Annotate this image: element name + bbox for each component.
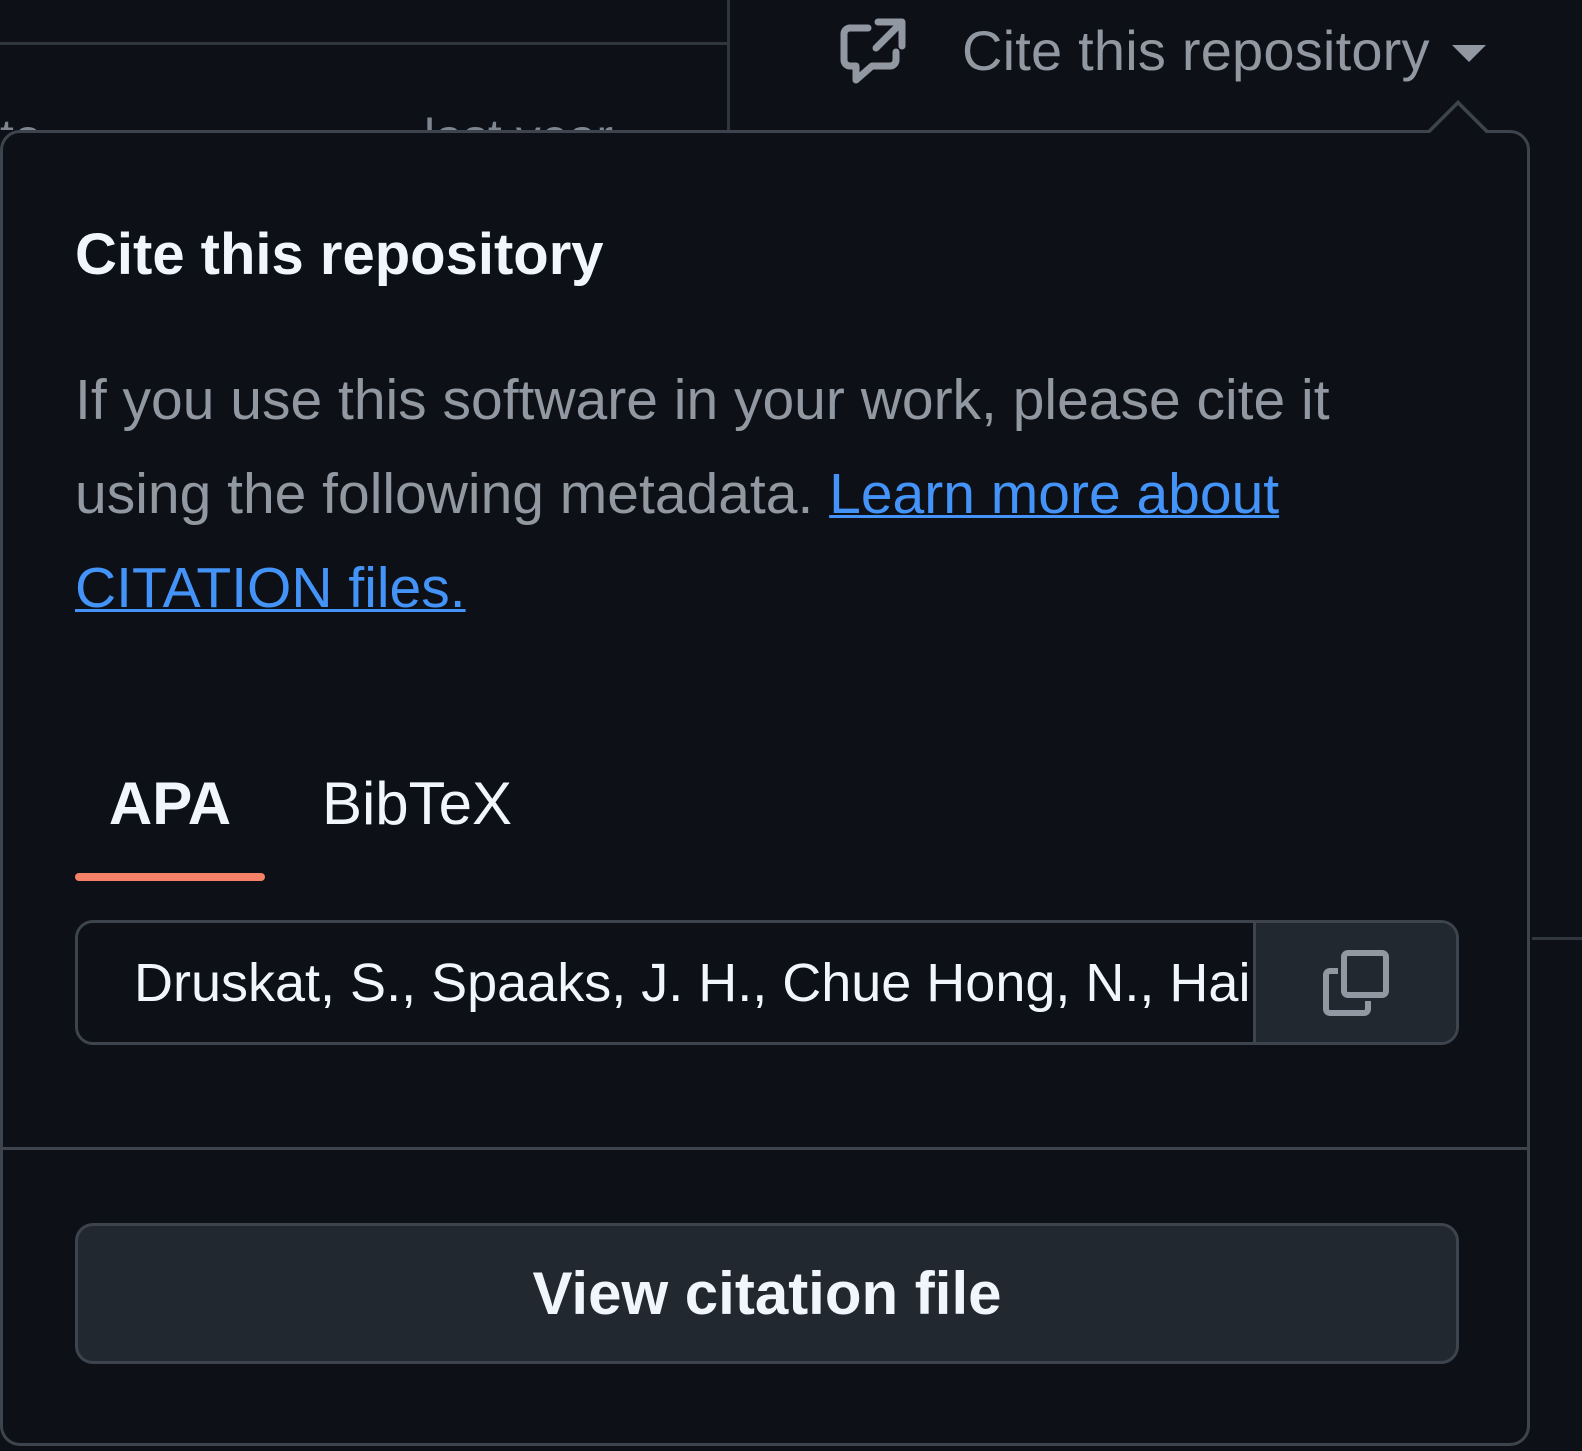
cite-repository-label: Cite this repository: [962, 18, 1430, 82]
popover-arrow-fill: [1430, 105, 1486, 133]
citation-text-input[interactable]: [78, 923, 1253, 1042]
background-clipped-text: to last year: [0, 96, 728, 130]
background-text-left: to: [0, 112, 42, 130]
tab-apa[interactable]: APA: [75, 723, 265, 883]
copy-citation-button[interactable]: [1253, 923, 1456, 1042]
citation-field: [75, 920, 1459, 1045]
cite-popover: Cite this repository If you use this sof…: [0, 130, 1530, 1446]
external-cite-icon: [840, 18, 906, 84]
cite-repository-button[interactable]: Cite this repository: [838, 0, 1486, 100]
citation-format-tabs: APA BibTeX: [75, 723, 675, 883]
background-text-right: last year: [424, 112, 613, 130]
caret-down-icon: [1451, 44, 1486, 62]
popover-divider: [3, 1147, 1527, 1150]
tab-bibtex[interactable]: BibTeX: [307, 723, 527, 883]
selected-tab-indicator: [75, 873, 265, 881]
view-citation-file-button[interactable]: View citation file: [75, 1223, 1459, 1364]
background-divider-right: [1532, 937, 1582, 940]
copy-icon: [1323, 949, 1389, 1016]
popover-description: If you use this software in your work, p…: [75, 353, 1475, 635]
popover-title: Cite this repository: [75, 222, 604, 287]
page: to last year Cite this repository Cite t…: [0, 0, 1582, 1451]
background-divider: [0, 42, 728, 45]
